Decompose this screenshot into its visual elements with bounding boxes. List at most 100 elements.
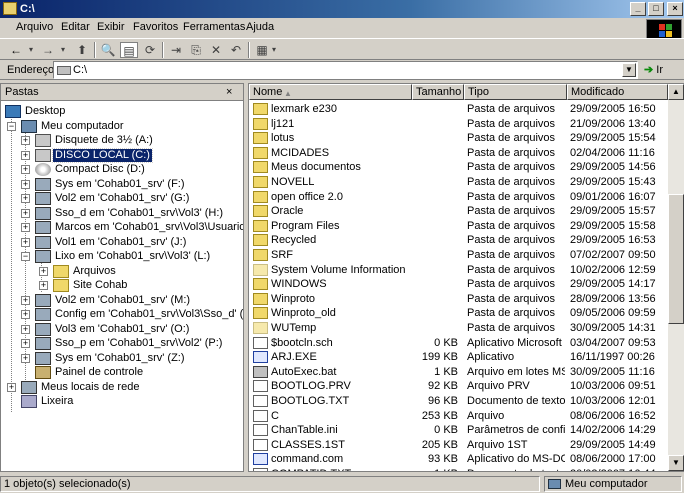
expand-icon[interactable]: + xyxy=(39,266,48,276)
vertical-scrollbar[interactable]: ▲ ▼ xyxy=(668,84,684,471)
back-dropdown-icon[interactable]: ▾ xyxy=(26,42,36,58)
menu-editar[interactable]: Editar xyxy=(61,21,90,33)
file-row[interactable]: COMPATID.TXT1 KB Documento de texto 20/03/… xyxy=(249,467,668,471)
file-row[interactable]: lotus Pasta de arquivos 29/09/2005 15:54 xyxy=(249,131,668,146)
copy-to-button[interactable]: ⎘ xyxy=(188,42,204,58)
file-row[interactable]: SRF Pasta de arquivos 07/02/2007 09:50 xyxy=(249,248,668,263)
file-row[interactable]: Winproto_old Pasta de arquivos 09/05/2006 … xyxy=(249,306,668,321)
minimize-button[interactable]: _ xyxy=(630,2,646,16)
undo-button[interactable]: ↶ xyxy=(228,42,244,58)
views-dropdown-icon[interactable]: ▾ xyxy=(270,42,278,58)
file-row[interactable]: System Volume Information Pasta de arquiv… xyxy=(249,263,668,278)
tree-item[interactable]: + Marcos em 'Cohab01_srv\Vol3\Usuarios' (… xyxy=(1,221,243,235)
back-button[interactable]: ← xyxy=(8,42,24,58)
file-row[interactable]: open office 2.0 Pasta de arquivos 09/01/20… xyxy=(249,190,668,205)
tree-item[interactable]: + Disquete de 3½ (A:) xyxy=(1,134,243,148)
file-row[interactable]: lexmark e230 Pasta de arquivos 29/09/2005 … xyxy=(249,102,668,117)
tree-item[interactable]: − Lixo em 'Cohab01_srv\Vol3' (L:) xyxy=(1,250,243,264)
tree-item[interactable]: + Sys em 'Cohab01_srv' (Z:) xyxy=(1,351,243,366)
file-row[interactable]: Oracle Pasta de arquivos 29/09/2005 15:57 xyxy=(249,204,668,219)
expand-icon[interactable]: + xyxy=(21,353,30,363)
expand-icon[interactable]: + xyxy=(39,281,48,290)
file-row[interactable]: command.com 93 KB Aplicativo do MS-DOS 08/0… xyxy=(249,452,668,467)
delete-button[interactable]: ✕ xyxy=(208,42,224,58)
tree-item[interactable]: + Vol3 em 'Cohab01_srv' (O:) xyxy=(1,322,243,337)
tree-item[interactable]: + DISCO LOCAL (C:) xyxy=(1,147,243,163)
tree-item[interactable]: + Vol1 em 'Cohab01_srv' (J:) xyxy=(1,235,243,250)
menu-exibir[interactable]: Exibir xyxy=(97,21,125,33)
file-row[interactable]: WINDOWS Pasta de arquivos 29/09/2005 14:17 xyxy=(249,277,668,292)
file-row[interactable]: Recycled Pasta de arquivos 29/09/2005 16:5… xyxy=(249,233,668,248)
column-header-name[interactable]: Nome ▲ xyxy=(249,84,412,100)
tree-item[interactable]: + Sys em 'Cohab01_srv' (F:) xyxy=(1,177,243,192)
column-header-size[interactable]: Tamanho xyxy=(412,84,464,100)
file-row[interactable]: NOVELL Pasta de arquivos 29/09/2005 15:43 xyxy=(249,175,668,190)
address-dropdown-icon[interactable]: ▼ xyxy=(622,63,636,77)
expand-icon[interactable]: + xyxy=(7,382,16,392)
tree-item[interactable]: + Meus locais de rede xyxy=(1,380,243,395)
expand-icon[interactable]: + xyxy=(21,324,30,334)
menu-ajuda[interactable]: Ajuda xyxy=(246,21,274,33)
file-row[interactable]: Meus documentos Pasta de arquivos 29/09/20… xyxy=(249,160,668,175)
address-value[interactable]: C:\ xyxy=(73,64,87,76)
tree-item[interactable]: + Site Cohab xyxy=(1,279,243,293)
up-button[interactable]: ⬆ xyxy=(74,42,90,58)
tree-item[interactable]: Painel de controle xyxy=(1,366,243,380)
views-button[interactable]: ▦ xyxy=(254,42,270,58)
tree-item[interactable]: + Config em 'Cohab01_srv\Vol3\Sso_d' (N:) xyxy=(1,308,243,322)
scroll-up-icon[interactable]: ▲ xyxy=(668,84,684,100)
scroll-down-icon[interactable]: ▼ xyxy=(668,455,684,471)
expand-icon[interactable]: + xyxy=(21,194,30,203)
tree-item[interactable]: + Sso_d em 'Cohab01_srv\Vol3' (H:) xyxy=(1,206,243,221)
menu-favoritos[interactable]: Favoritos xyxy=(133,21,178,33)
expand-icon[interactable]: + xyxy=(21,339,30,348)
file-row[interactable]: C 253 KB Arquivo 08/06/2006 16:52 xyxy=(249,409,668,424)
go-button[interactable]: ➔ Ir xyxy=(644,63,663,76)
expand-icon[interactable]: + xyxy=(21,310,30,319)
file-row[interactable]: WUTemp Pasta de arquivos 30/09/2005 14:31 xyxy=(249,321,668,336)
tree-item[interactable]: + Vol2 em 'Cohab01_srv' (M:) xyxy=(1,293,243,308)
tree-item[interactable]: + Sso_p em 'Cohab01_srv\Vol2' (P:) xyxy=(1,337,243,351)
tree-item[interactable]: Desktop xyxy=(1,105,243,119)
history-button[interactable]: ⟳ xyxy=(142,42,158,58)
close-button[interactable]: × xyxy=(667,2,683,16)
file-row[interactable]: ChanTable.ini 0 KB Parâmetros de confi... 1… xyxy=(249,423,668,438)
expand-icon[interactable]: + xyxy=(21,136,30,145)
expand-icon[interactable]: + xyxy=(21,179,30,189)
expand-icon[interactable]: + xyxy=(21,208,30,218)
menu-arquivo[interactable]: Arquivo xyxy=(16,21,53,33)
file-row[interactable]: ARJ.EXE 199 KB Aplicativo 16/11/1997 00:26 xyxy=(249,350,668,365)
file-row[interactable]: CLASSES.1ST 205 KB Arquivo 1ST 29/09/2005 1… xyxy=(249,438,668,453)
tree-item[interactable]: − Meu computador xyxy=(1,119,243,134)
file-row[interactable]: BOOTLOG.PRV 92 KB Arquivo PRV 10/03/2006 09… xyxy=(249,379,668,394)
column-header-type[interactable]: Tipo xyxy=(464,84,567,100)
title-bar[interactable]: C:\ _ □ × xyxy=(0,0,684,18)
file-row[interactable]: Winproto Pasta de arquivos 28/09/2006 13:5… xyxy=(249,292,668,307)
forward-button[interactable]: → xyxy=(40,42,56,58)
collapse-icon[interactable]: − xyxy=(21,252,30,261)
menu-ferramentas[interactable]: Ferramentas xyxy=(183,21,245,33)
collapse-icon[interactable]: − xyxy=(7,121,16,131)
file-row[interactable]: AutoExec.bat 1 KB Arquivo em lotes MS... 30… xyxy=(249,365,668,380)
maximize-button[interactable]: □ xyxy=(648,2,664,16)
tree-item[interactable]: Lixeira xyxy=(1,395,243,409)
folders-button[interactable]: ▤ xyxy=(120,42,138,58)
close-pane-button[interactable]: × xyxy=(226,86,232,98)
expand-icon[interactable]: + xyxy=(21,150,30,160)
tree-item[interactable]: + Arquivos xyxy=(1,264,243,279)
forward-dropdown-icon[interactable]: ▾ xyxy=(58,42,68,58)
expand-icon[interactable]: + xyxy=(21,237,30,247)
column-header-modified[interactable]: Modificado xyxy=(567,84,668,100)
address-input[interactable]: C:\ ▼ xyxy=(53,61,638,79)
expand-icon[interactable]: + xyxy=(21,223,30,232)
search-button[interactable]: 🔍 xyxy=(100,42,116,58)
file-row[interactable]: MCIDADES Pasta de arquivos 02/04/2006 11:1… xyxy=(249,146,668,161)
file-row[interactable]: lj121 Pasta de arquivos 21/09/2006 13:40 xyxy=(249,117,668,132)
expand-icon[interactable]: + xyxy=(21,295,30,305)
tree-item[interactable]: + Compact Disc (D:) xyxy=(1,163,243,177)
file-row[interactable]: BOOTLOG.TXT 96 KB Documento de texto 10/03/… xyxy=(249,394,668,409)
file-row[interactable]: Program Files Pasta de arquivos 29/09/2005… xyxy=(249,219,668,234)
tree-item[interactable]: + Vol2 em 'Cohab01_srv' (G:) xyxy=(1,192,243,206)
file-row[interactable]: $bootcln.sch 0 KB Aplicativo Microsoft ...… xyxy=(249,336,668,351)
move-to-button[interactable]: ⇥ xyxy=(168,42,184,58)
